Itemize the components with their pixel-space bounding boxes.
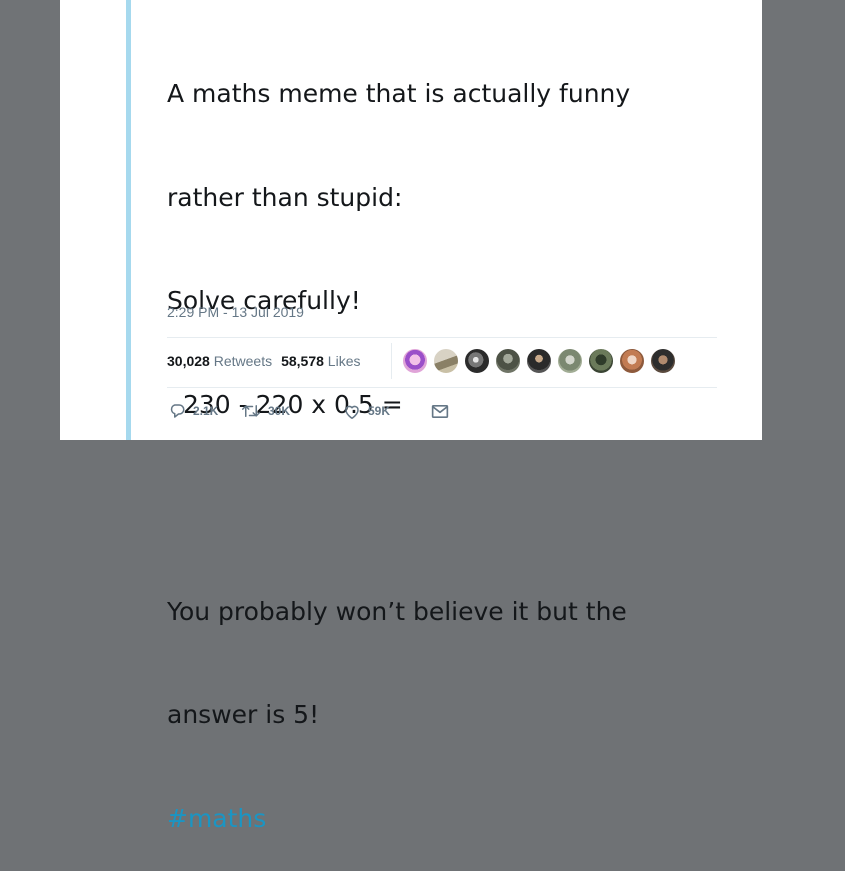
direct-message-icon bbox=[431, 404, 449, 419]
like-icon bbox=[343, 403, 361, 420]
like-button[interactable]: 59K bbox=[343, 403, 431, 420]
hashtag-link[interactable]: #maths bbox=[167, 802, 727, 837]
reply-icon bbox=[168, 402, 186, 420]
divider-bottom bbox=[167, 387, 717, 388]
stats-separator bbox=[391, 343, 392, 379]
avatar[interactable] bbox=[619, 348, 645, 374]
tweet-text: A maths meme that is actually funny rath… bbox=[167, 8, 727, 871]
retweet-count: 30K bbox=[268, 404, 291, 418]
thread-accent-bar bbox=[126, 0, 131, 440]
avatar[interactable] bbox=[526, 348, 552, 374]
avatar[interactable] bbox=[557, 348, 583, 374]
avatar[interactable] bbox=[650, 348, 676, 374]
avatar[interactable] bbox=[588, 348, 614, 374]
background-right bbox=[762, 0, 845, 440]
likes-count: 58,578 bbox=[281, 353, 324, 369]
background-left bbox=[0, 0, 60, 440]
reply-count: 2.1K bbox=[193, 404, 219, 418]
like-count: 59K bbox=[368, 404, 391, 418]
reply-button[interactable]: 2.1K bbox=[168, 402, 241, 420]
avatar[interactable] bbox=[402, 348, 428, 374]
divider-top bbox=[167, 337, 717, 338]
tweet-line: rather than stupid: bbox=[167, 182, 403, 212]
tweet-line: answer is 5! bbox=[167, 700, 320, 729]
avatar[interactable] bbox=[433, 348, 459, 374]
retweets-stat[interactable]: 30,028 Retweets bbox=[167, 353, 272, 369]
direct-message-button[interactable] bbox=[431, 404, 449, 419]
retweets-label: Retweets bbox=[213, 353, 273, 369]
likes-stat[interactable]: 58,578 Likes bbox=[281, 353, 360, 369]
tweet-line: You probably won’t believe it but the bbox=[167, 596, 627, 626]
engagement-stats: 30,028 Retweets 58,578 Likes bbox=[167, 353, 360, 369]
tweet-line: A maths meme that is actually funny bbox=[167, 79, 631, 108]
tweet-timestamp[interactable]: 2:29 PM - 13 Jul 2019 bbox=[167, 304, 304, 320]
avatar[interactable] bbox=[495, 348, 521, 374]
retweet-icon bbox=[241, 402, 261, 420]
avatar[interactable] bbox=[464, 348, 490, 374]
retweets-count: 30,028 bbox=[167, 353, 210, 369]
tweet-actions: 2.1K 30K 59K bbox=[168, 402, 449, 420]
likes-label: Likes bbox=[327, 353, 361, 369]
retweet-button[interactable]: 30K bbox=[241, 402, 343, 420]
liker-avatars bbox=[402, 348, 676, 374]
